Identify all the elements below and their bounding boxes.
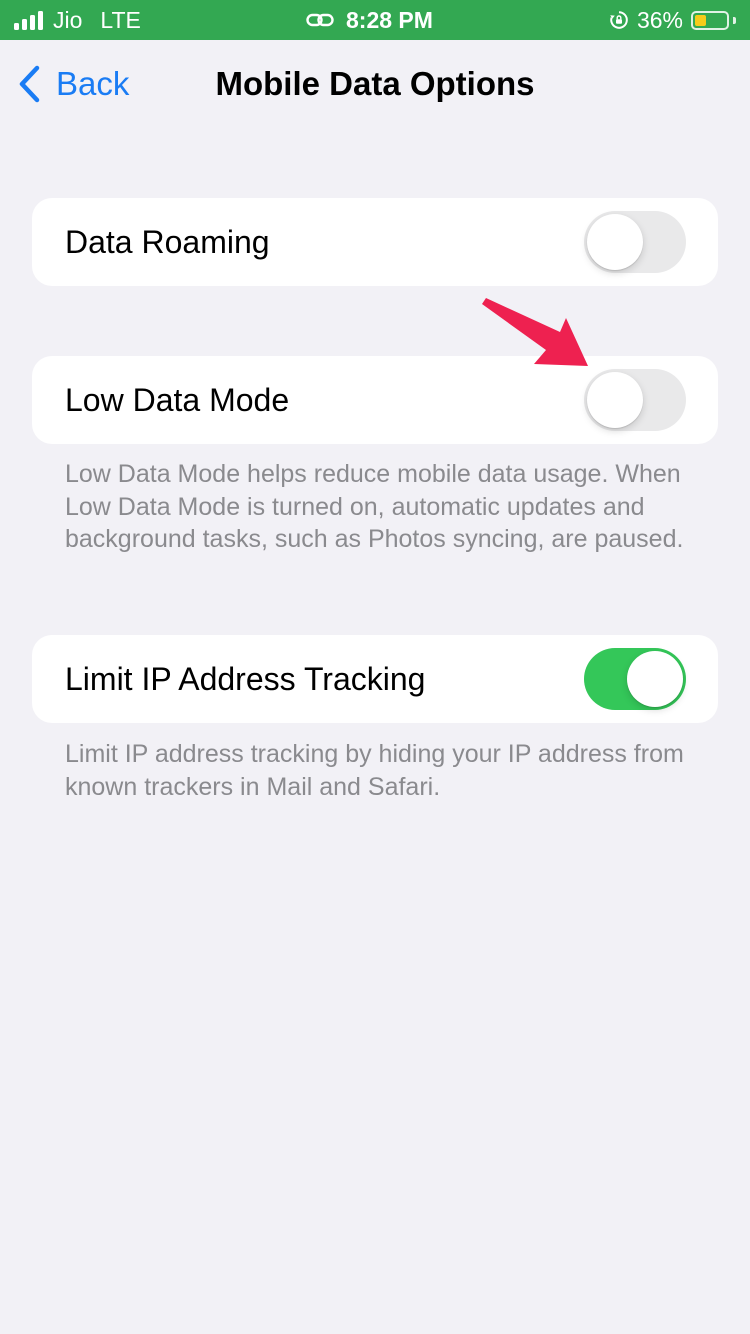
status-time: 8:28 PM xyxy=(346,7,433,33)
status-bar: Jio LTE 8:28 PM 36% xyxy=(0,0,750,40)
limit-ip-tracking-toggle[interactable] xyxy=(584,648,686,710)
toggle-knob xyxy=(587,372,643,428)
page-title: Mobile Data Options xyxy=(215,65,535,102)
rotation-lock-icon xyxy=(610,11,628,29)
data-roaming-toggle[interactable] xyxy=(584,211,686,273)
limit-ip-tracking-description: Limit IP address tracking by hiding your… xyxy=(65,740,684,801)
data-roaming-label: Data Roaming xyxy=(65,224,270,260)
low-data-mode-toggle[interactable] xyxy=(584,369,686,431)
limit-ip-tracking-label: Limit IP Address Tracking xyxy=(65,661,426,697)
status-bar-center: 8:28 PM xyxy=(306,0,433,40)
status-bar-left: Jio LTE xyxy=(14,0,141,40)
limit-ip-tracking-row: Limit IP Address Tracking xyxy=(32,635,718,723)
battery-level-fill xyxy=(695,14,706,26)
annotation-arrow-icon xyxy=(482,298,588,366)
low-data-mode-label: Low Data Mode xyxy=(65,382,290,418)
battery-nub xyxy=(733,16,736,24)
status-bar-right: 36% xyxy=(609,0,736,40)
battery-percentage: 36% xyxy=(636,7,683,33)
battery-icon xyxy=(691,10,729,30)
network-type: LTE xyxy=(100,7,141,33)
link-icon xyxy=(306,13,334,27)
low-data-mode-row: Low Data Mode xyxy=(32,356,718,444)
toggle-knob xyxy=(587,214,643,270)
carrier-name: Jio xyxy=(53,7,83,33)
toggle-knob xyxy=(627,651,683,707)
low-data-mode-description: Low Data Mode helps reduce mobile data u… xyxy=(65,460,684,553)
data-roaming-row: Data Roaming xyxy=(32,198,718,286)
signal-bars-icon xyxy=(14,10,43,30)
